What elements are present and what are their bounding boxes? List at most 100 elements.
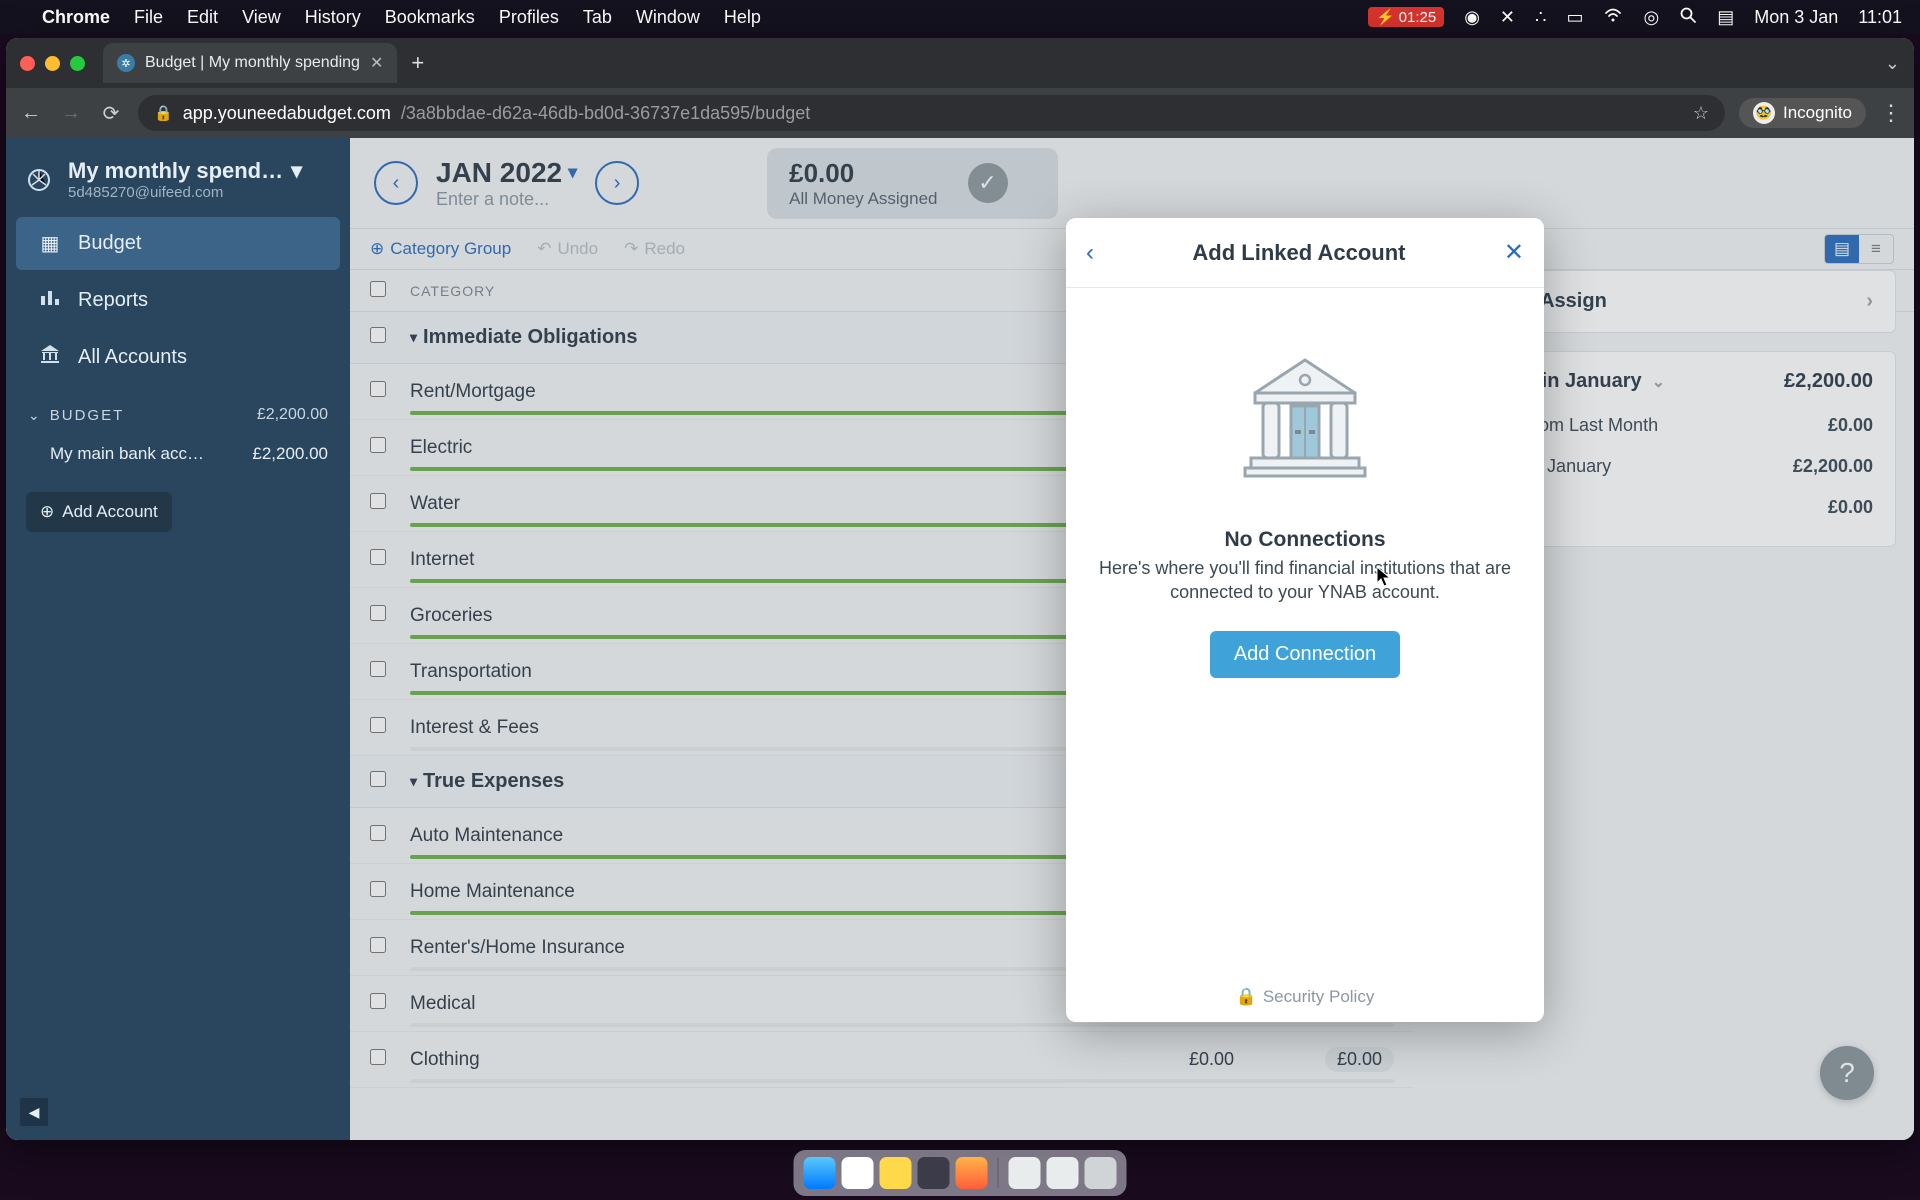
window-zoom[interactable] — [70, 56, 85, 71]
address-bar[interactable]: 🔒 app.youneedabudget.com/3a8bbdae-d62a-4… — [138, 95, 1725, 131]
incognito-badge[interactable]: 🥸 Incognito — [1739, 98, 1866, 128]
dialog-close-button[interactable]: ✕ — [1504, 238, 1524, 267]
siri-icon[interactable]: ▤ — [1717, 7, 1734, 28]
dialog-title: Add Linked Account — [1094, 240, 1504, 266]
select-all-checkbox[interactable] — [370, 281, 386, 297]
status-icon-3[interactable]: ∴ — [1535, 7, 1546, 28]
nav-back-icon[interactable]: ← — [18, 102, 44, 125]
nav-budget-label: Budget — [78, 232, 141, 255]
category-row[interactable]: Clothing£0.00£0.00 — [350, 1032, 1414, 1088]
menu-window[interactable]: Window — [636, 7, 700, 28]
dock-trash-icon[interactable] — [1085, 1157, 1117, 1189]
wifi-icon[interactable] — [1603, 7, 1623, 28]
category-checkbox[interactable] — [370, 937, 386, 953]
dock-folder-icon[interactable] — [1047, 1157, 1079, 1189]
month-picker[interactable]: JAN 2022 ▾ — [436, 157, 577, 189]
bookmark-star-icon[interactable]: ☆ — [1693, 103, 1709, 124]
menubar-time[interactable]: 11:01 — [1858, 7, 1902, 28]
category-checkbox[interactable] — [370, 993, 386, 1009]
category-checkbox[interactable] — [370, 661, 386, 677]
menu-file[interactable]: File — [134, 7, 163, 28]
menu-view[interactable]: View — [242, 7, 281, 28]
to-be-budgeted-card[interactable]: £0.00 All Money Assigned ✓ — [767, 148, 1057, 219]
nav-reports-label: Reports — [78, 289, 148, 312]
category-name: Groceries — [410, 605, 1074, 627]
category-checkbox[interactable] — [370, 717, 386, 733]
battery-warning[interactable]: ⚡01:25 — [1368, 7, 1444, 27]
chevron-down-icon: ⌄ — [28, 407, 42, 424]
menu-edit[interactable]: Edit — [187, 7, 218, 28]
new-tab-button[interactable]: + — [411, 50, 424, 76]
nav-all-accounts[interactable]: All Accounts — [16, 330, 340, 384]
tbb-label: All Money Assigned — [789, 189, 937, 209]
bank-illustration-icon — [1235, 348, 1375, 478]
dock-app-icon[interactable] — [956, 1157, 988, 1189]
menu-help[interactable]: Help — [724, 7, 761, 28]
spotlight-icon[interactable] — [1679, 6, 1697, 29]
plus-circle-icon: ⊕ — [370, 239, 384, 259]
view-card-icon[interactable]: ▤ — [1825, 235, 1859, 263]
browser-tab[interactable]: ✲ Budget | My monthly spending ✕ — [103, 43, 397, 83]
lock-icon[interactable]: 🔒 — [154, 104, 173, 122]
window-close[interactable] — [20, 56, 35, 71]
nav-budget[interactable]: ▦ Budget — [16, 217, 340, 270]
dock-notes-icon[interactable] — [880, 1157, 912, 1189]
menu-tab[interactable]: Tab — [583, 7, 612, 28]
budget-switcher[interactable]: My monthly spend… ▾ 5d485270@uifeed.com — [6, 152, 350, 215]
dock-finder-icon[interactable] — [804, 1157, 836, 1189]
sidebar-account[interactable]: My main bank acc… £2,200.00 — [6, 434, 350, 474]
category-checkbox[interactable] — [370, 549, 386, 565]
month-note-input[interactable]: Enter a note... — [436, 189, 577, 210]
dock-chrome-icon[interactable] — [842, 1157, 874, 1189]
group-name: True Expenses — [423, 770, 1074, 793]
control-center-icon[interactable]: ◎ — [1643, 7, 1659, 28]
next-month-button[interactable]: › — [595, 161, 639, 205]
nav-all-accounts-label: All Accounts — [78, 346, 187, 369]
menu-bookmarks[interactable]: Bookmarks — [385, 7, 475, 28]
chrome-menu-icon[interactable]: ⋮ — [1880, 100, 1902, 126]
view-list-icon[interactable]: ≡ — [1859, 235, 1893, 263]
status-icon-1[interactable]: ◉ — [1464, 7, 1480, 28]
menu-profiles[interactable]: Profiles — [499, 7, 559, 28]
add-category-group-button[interactable]: ⊕Category Group — [370, 239, 511, 259]
chrome-tab-strip: ✲ Budget | My monthly spending ✕ + ⌄ — [6, 38, 1914, 88]
category-checkbox[interactable] — [370, 881, 386, 897]
category-checkbox[interactable] — [370, 605, 386, 621]
category-checkbox[interactable] — [370, 437, 386, 453]
redo-icon: ↷ — [624, 239, 638, 259]
dialog-back-button[interactable]: ‹ — [1086, 239, 1094, 267]
sidebar-section-budget[interactable]: ⌄ BUDGET £2,200.00 — [6, 386, 350, 434]
tbb-amount: £0.00 — [789, 158, 937, 189]
account-balance: £2,200.00 — [252, 444, 328, 464]
window-minimize[interactable] — [45, 56, 60, 71]
add-account-button[interactable]: ⊕ Add Account — [26, 492, 172, 532]
plus-circle-icon: ⊕ — [40, 502, 54, 522]
nav-reports[interactable]: Reports — [16, 274, 340, 326]
menubar-date[interactable]: Mon 3 Jan — [1754, 7, 1838, 28]
tab-title: Budget | My monthly spending — [145, 54, 360, 72]
help-button[interactable]: ? — [1820, 1046, 1874, 1100]
status-icon-2[interactable]: ✕ — [1500, 7, 1515, 28]
add-connection-button[interactable]: Add Connection — [1210, 631, 1400, 678]
chrome-toolbar: ← → ⟳ 🔒 app.youneedabudget.com/3a8bbdae-… — [6, 88, 1914, 138]
sidebar-collapse-button[interactable]: ◀ — [20, 1098, 48, 1126]
menu-history[interactable]: History — [305, 7, 361, 28]
category-available: £0.00 — [1234, 1047, 1394, 1072]
category-checkbox[interactable] — [370, 381, 386, 397]
security-policy-link[interactable]: Security Policy — [1263, 987, 1374, 1007]
chevron-down-icon: ▾ — [291, 158, 302, 184]
group-checkbox[interactable] — [370, 327, 386, 343]
category-checkbox[interactable] — [370, 1049, 386, 1065]
category-checkbox[interactable] — [370, 493, 386, 509]
dock-terminal-icon[interactable] — [918, 1157, 950, 1189]
battery-icon[interactable]: ▭ — [1566, 7, 1583, 28]
menubar-app-name[interactable]: Chrome — [42, 7, 110, 28]
group-checkbox[interactable] — [370, 771, 386, 787]
dock-doc-icon[interactable] — [1009, 1157, 1041, 1189]
dock-separator — [998, 1158, 999, 1188]
tabs-expand-icon[interactable]: ⌄ — [1885, 53, 1900, 74]
prev-month-button[interactable]: ‹ — [374, 161, 418, 205]
nav-reload-icon[interactable]: ⟳ — [98, 101, 124, 126]
tab-close-icon[interactable]: ✕ — [370, 53, 383, 73]
category-checkbox[interactable] — [370, 825, 386, 841]
